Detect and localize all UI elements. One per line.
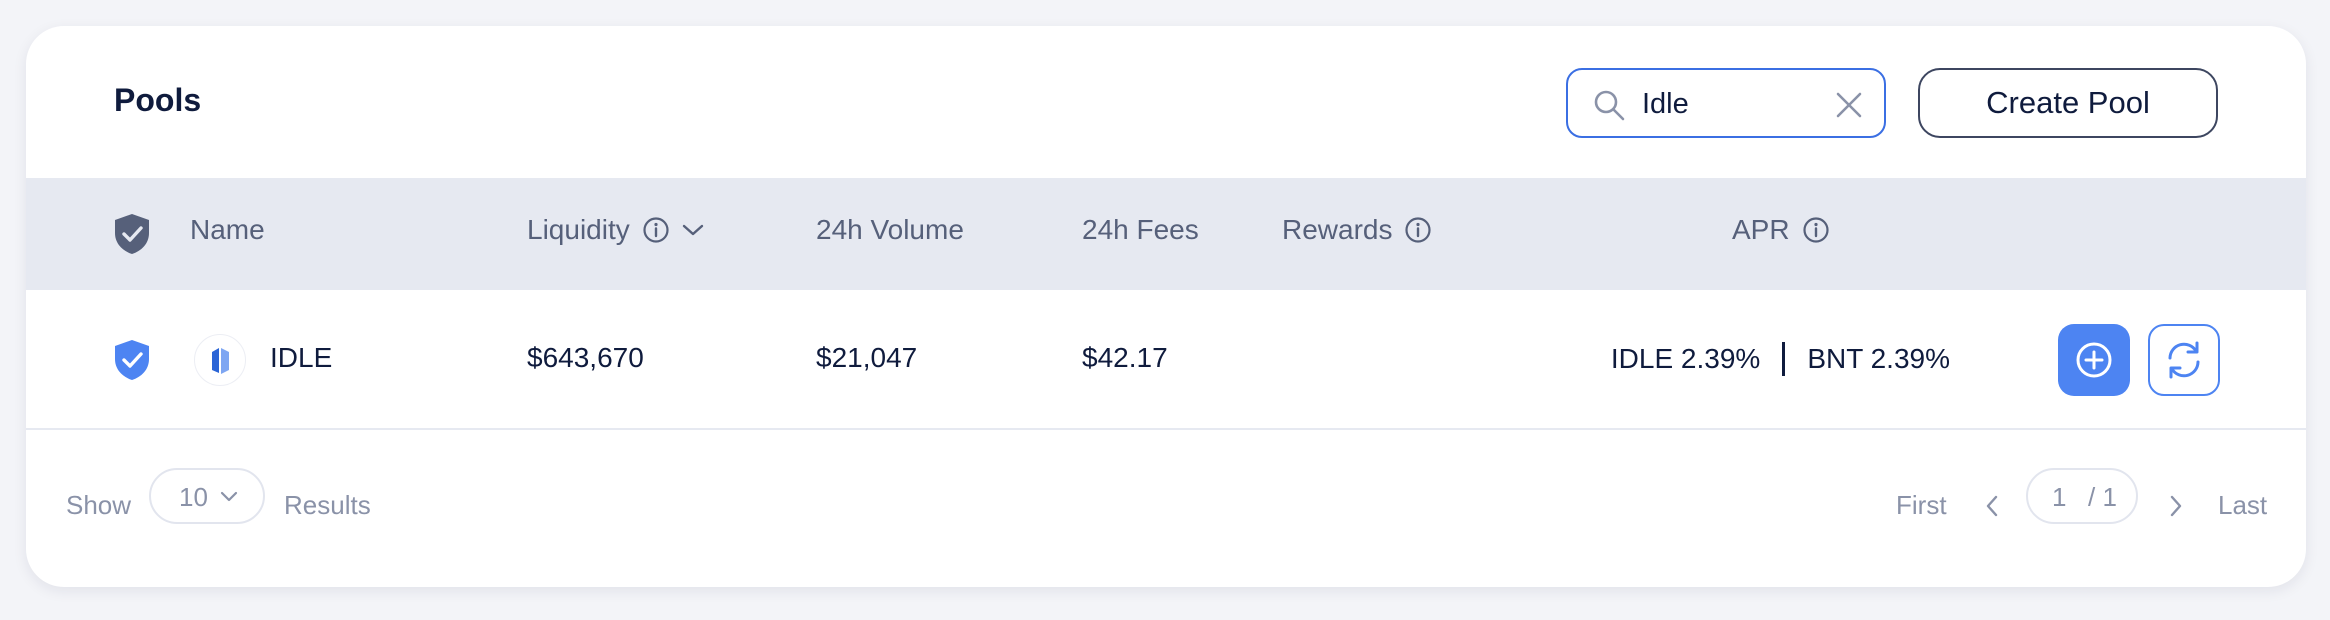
apr-divider xyxy=(1782,342,1786,376)
search-box[interactable] xyxy=(1566,68,1886,138)
page-size-value: 10 xyxy=(179,482,208,512)
pools-header: Pools Create Pool xyxy=(26,26,2306,178)
column-apr: APR xyxy=(1732,214,1830,246)
table-row[interactable]: IDLE $643,670 $21,047 $42.17 IDLE 2.39% … xyxy=(26,290,2306,430)
pool-apr: IDLE 2.39% BNT 2.39% xyxy=(1611,342,1950,376)
current-page: 1 xyxy=(2052,482,2067,512)
column-24h-fees: 24h Fees xyxy=(1082,214,1199,245)
search-input[interactable] xyxy=(1642,82,1822,126)
pools-card: Pools Create Pool Name Liquidity xyxy=(26,26,2306,587)
first-page-link[interactable]: First xyxy=(1896,490,1947,521)
info-icon[interactable] xyxy=(1404,216,1432,244)
total-pages: / 1 xyxy=(2088,482,2117,512)
token-logo xyxy=(194,334,246,386)
column-24h-volume: 24h Volume xyxy=(816,214,964,245)
plus-circle-icon xyxy=(2076,342,2112,378)
refresh-icon xyxy=(2168,341,2200,379)
create-pool-button[interactable]: Create Pool xyxy=(1918,68,2218,138)
show-label: Show xyxy=(66,490,132,520)
page-size-select[interactable]: 10 xyxy=(149,468,265,524)
chevron-down-icon xyxy=(220,491,238,502)
info-icon[interactable] xyxy=(642,216,670,244)
close-icon[interactable] xyxy=(1835,91,1863,119)
pool-24h-volume: $21,047 xyxy=(816,342,918,373)
column-rewards: Rewards xyxy=(1282,214,1432,246)
add-liquidity-button[interactable] xyxy=(2058,324,2130,396)
chevron-right-icon[interactable] xyxy=(2168,494,2184,518)
results-label: Results xyxy=(284,490,371,520)
trade-button[interactable] xyxy=(2148,324,2220,396)
column-liquidity[interactable]: Liquidity xyxy=(527,214,704,246)
search-icon xyxy=(1594,90,1625,121)
last-page-link[interactable]: Last xyxy=(2218,490,2267,521)
pool-liquidity: $643,670 xyxy=(527,342,644,373)
column-name: Name xyxy=(190,214,265,245)
page-title: Pools xyxy=(114,82,202,118)
apr-token-bnt: BNT 2.39% xyxy=(1807,343,1950,374)
apr-token-idle: IDLE 2.39% xyxy=(1610,343,1761,374)
shield-check-icon xyxy=(115,214,149,254)
page-indicator[interactable]: 1 / 1 xyxy=(2026,468,2138,524)
pagination-footer: Show 10 Results First 1 / 1 Last xyxy=(26,430,2306,587)
info-icon[interactable] xyxy=(1802,216,1830,244)
pool-24h-fees: $42.17 xyxy=(1082,342,1168,373)
idle-token-icon xyxy=(212,348,229,374)
pool-name[interactable]: IDLE xyxy=(270,342,332,374)
chevron-down-icon[interactable] xyxy=(682,223,704,237)
verified-shield-icon xyxy=(115,340,149,380)
chevron-left-icon[interactable] xyxy=(1984,494,2000,518)
table-header: Name Liquidity 24h Volume 24h Fees Rewar… xyxy=(26,178,2306,290)
